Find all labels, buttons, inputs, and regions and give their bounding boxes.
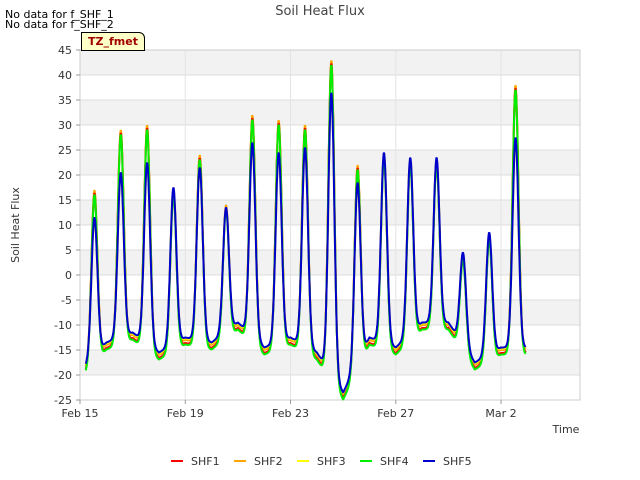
plot-band [80,225,580,250]
y-tick-label: 45 [58,44,72,57]
y-axis-label: Soil Heat Flux [9,187,22,263]
chart-title: Soil Heat Flux [275,4,365,19]
plot-band [80,375,580,400]
y-tick-label: 25 [58,144,72,157]
x-tick-label: Feb 27 [377,407,414,420]
y-tick-label: 20 [58,169,72,182]
y-tick-label: -20 [54,369,72,382]
x-axis-label: Time [552,423,580,436]
legend-label-shf2: SHF2 [254,455,283,468]
y-tick-label: 40 [58,69,72,82]
legend-label-shf1: SHF1 [191,455,220,468]
y-tick-label: 10 [58,219,72,232]
soil-heat-flux-chart: -25 -20 -15 -10 -5 0 5 10 15 20 25 30 35 40 45 Feb 15 F… [0,0,640,480]
y-tick-label: 35 [58,94,72,107]
y-tick-label: 0 [65,269,72,282]
plot-band [80,175,580,200]
no-data-message-2: No data for f_SHF_2 [5,18,114,31]
x-tick-label: Feb 15 [62,407,99,420]
x-tick-label: Mar 2 [485,407,516,420]
y-tick-label: -5 [61,294,72,307]
x-tick-label: Feb 19 [167,407,204,420]
y-tick-label: 15 [58,194,72,207]
y-tick-label: -10 [54,319,72,332]
y-tick-label: 5 [65,244,72,257]
y-tick-label: -15 [54,344,72,357]
plot-band [80,250,580,275]
y-tick-label: -25 [54,394,72,407]
legend-label-shf3: SHF3 [317,455,346,468]
x-tick-label: Feb 23 [272,407,309,420]
plot-band [80,200,580,225]
plot-band [80,300,580,325]
legend-label-shf4: SHF4 [380,455,409,468]
legend-label-shf5: SHF5 [443,455,472,468]
plot-band [80,275,580,300]
tz-label: TZ_fmet [81,32,145,51]
y-tick-label: 30 [58,119,72,132]
